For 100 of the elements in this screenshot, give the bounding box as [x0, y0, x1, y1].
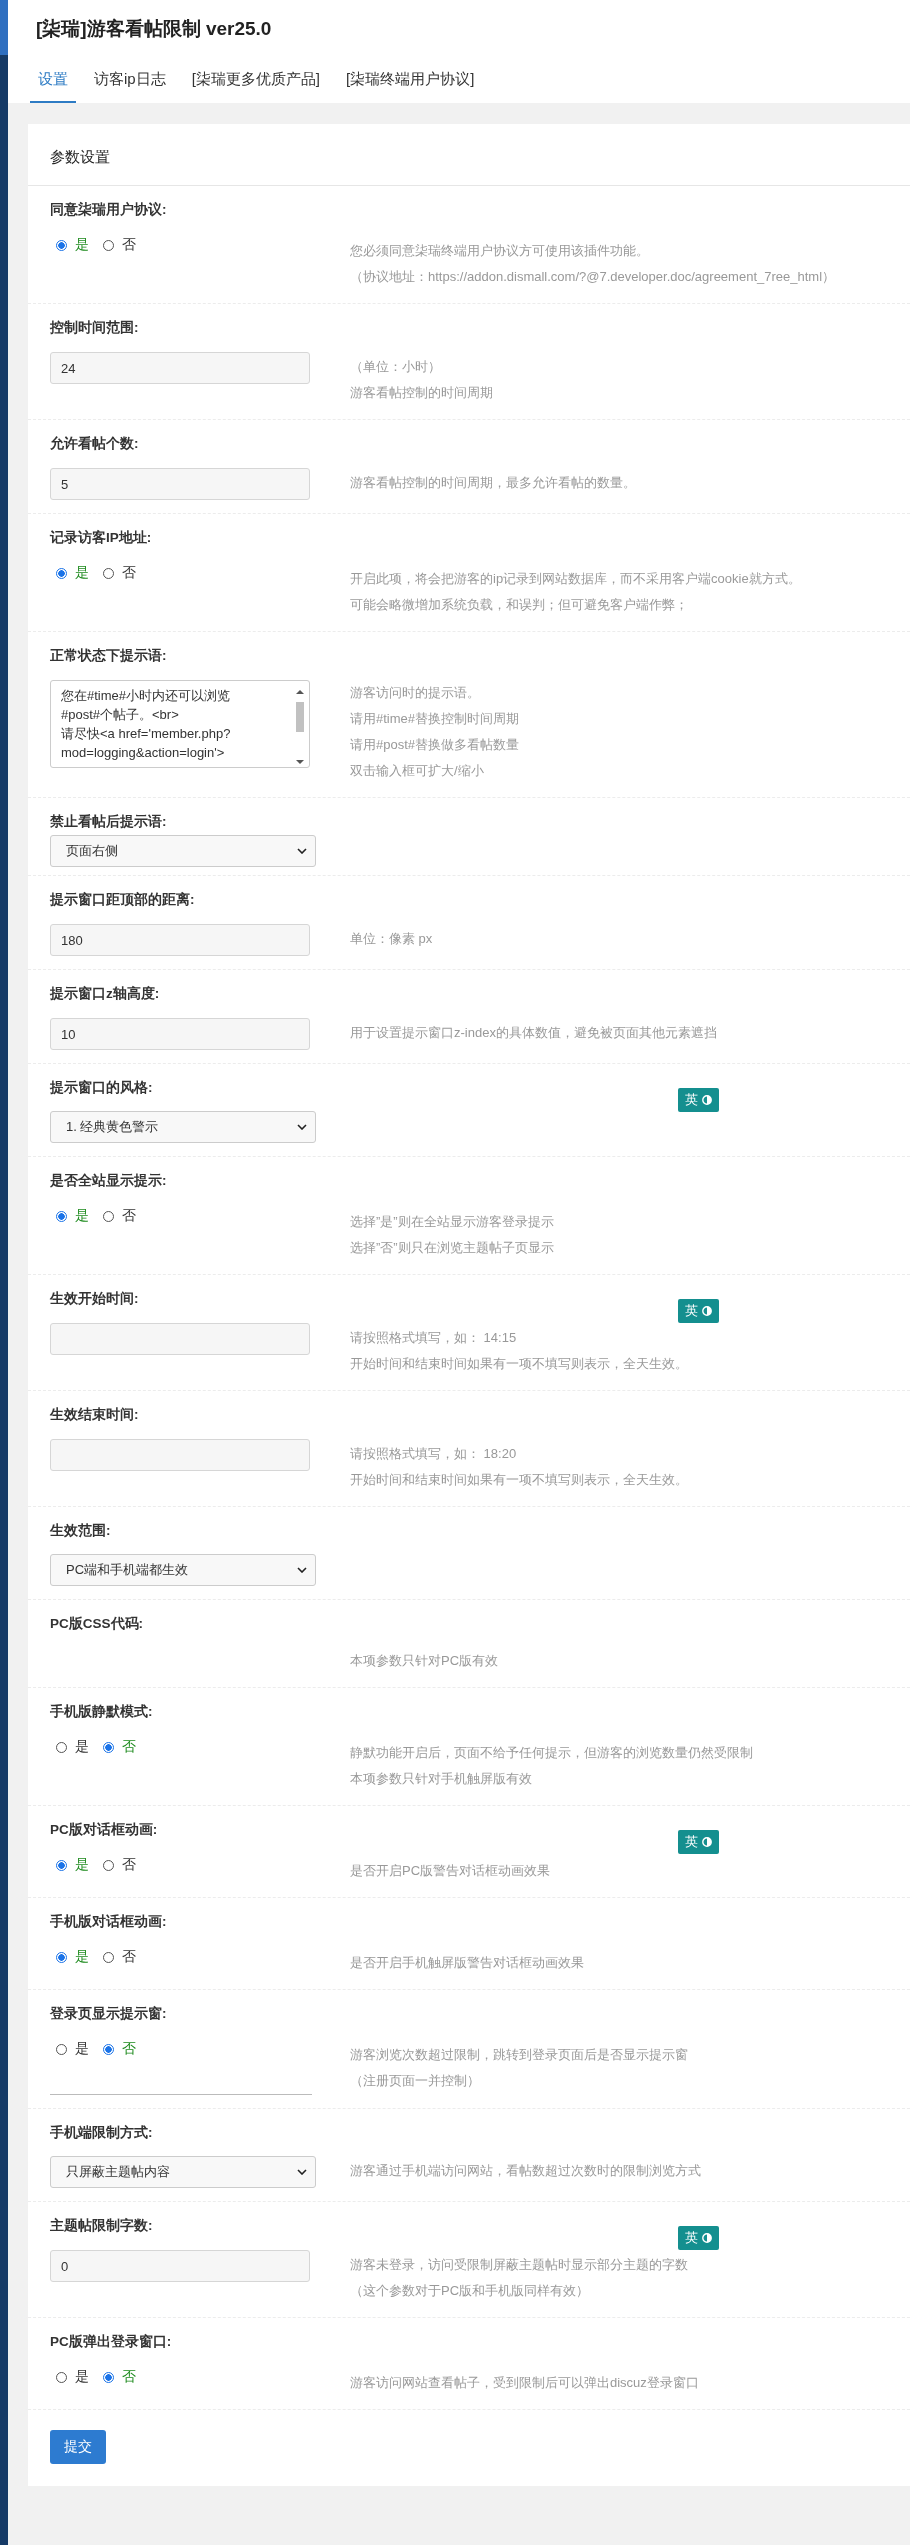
language-badge[interactable]: 英	[678, 1299, 719, 1323]
help-text: 您必须同意柒瑞终端用户协议方可使用该插件功能。	[350, 242, 650, 260]
text-field[interactable]: 5	[50, 468, 310, 500]
language-badge[interactable]: 英	[678, 2226, 719, 2250]
radio-label[interactable]: 否	[122, 1207, 136, 1225]
help-text: 游客访问时的提示语。	[350, 684, 481, 702]
field-label: PC版对话框动画:	[50, 1821, 159, 1839]
field-label: 控制时间范围:	[50, 319, 140, 337]
field-label: 提示窗口z轴高度:	[50, 985, 161, 1003]
dropdown[interactable]: 1. 经典黄色警示	[50, 1111, 316, 1143]
contrast-icon	[702, 1306, 712, 1316]
radio-label[interactable]: 是	[75, 2368, 89, 2386]
field-label: 记录访客IP地址:	[50, 529, 153, 547]
radio-label[interactable]: 否	[122, 2368, 136, 2386]
contrast-icon	[702, 2233, 712, 2243]
contrast-icon	[702, 1837, 712, 1847]
text-field[interactable]: 180	[50, 924, 310, 956]
help-text: 请用#post#替换做多看帖数量	[350, 736, 520, 754]
dropdown[interactable]: 只屏蔽主题帖内容	[50, 2156, 316, 2188]
help-text: 游客浏览次数超过限制，跳转到登录页面后是否显示提示窗	[350, 2046, 688, 2064]
radio-button[interactable]	[56, 1210, 67, 1222]
submit-button[interactable]: 提交	[50, 2430, 106, 2464]
textarea-field[interactable]: 您在#time#小时内还可以浏览 #post#个帖子。<br> 请尽快<a href='member.php? mod=logging&action=login'>	[50, 680, 310, 768]
radio-label[interactable]: 是	[75, 2040, 89, 2058]
radio-label[interactable]: 否	[122, 1948, 136, 1966]
help-text: 静默功能开启后，页面不给予任何提示，但游客的浏览数量仍然受限制	[350, 1744, 753, 1762]
language-badge[interactable]: 英	[678, 1088, 719, 1112]
field-label: 生效开始时间:	[50, 1290, 140, 1308]
help-text: 是否开启手机触屏版警告对话框动画效果	[350, 1954, 584, 1972]
text-field[interactable]: 0	[50, 2250, 310, 2282]
help-text: （协议地址：https://addon.dismall.com/?@7.developer.doc/agreement_7ree_html）	[350, 268, 836, 286]
tab[interactable]: [柒瑞更多优质产品]	[183, 70, 329, 103]
help-text: 本项参数只针对手机触屏版有效	[350, 1770, 533, 1788]
radio-button[interactable]	[56, 1951, 67, 1963]
text-field[interactable]	[50, 1323, 310, 1355]
help-text: 选择”是”则在全站显示游客登录提示	[350, 1213, 554, 1231]
field-label: 手机端限制方式:	[50, 2124, 154, 2142]
text-field[interactable]: 10	[50, 1018, 310, 1050]
radio-label[interactable]: 否	[122, 2040, 136, 2058]
radio-label[interactable]: 是	[75, 1207, 89, 1225]
page-title: [柒瑞]游客看帖限制 ver25.0	[35, 17, 273, 41]
contrast-icon	[702, 1095, 712, 1105]
radio-button[interactable]	[103, 1741, 114, 1753]
chevron-icon	[297, 1124, 307, 1130]
help-text: 请用#time#替换控制时间周期	[350, 710, 520, 728]
chevron-icon	[297, 848, 307, 854]
help-text: 本项参数只针对PC版有效	[350, 1652, 499, 1670]
field-label: 手机版静默模式:	[50, 1703, 154, 1721]
radio-button[interactable]	[56, 1859, 67, 1871]
help-text: 选择”否”则只在浏览主题帖子页显示	[350, 1239, 554, 1257]
field-label: 是否全站显示提示:	[50, 1172, 168, 1190]
field-label: PC版弹出登录窗口:	[50, 2333, 173, 2351]
radio-label[interactable]: 否	[122, 1856, 136, 1874]
radio-label[interactable]: 是	[75, 236, 89, 254]
language-badge[interactable]: 英	[678, 1830, 719, 1854]
radio-label[interactable]: 否	[122, 236, 136, 254]
radio-label[interactable]: 是	[75, 1738, 89, 1756]
radio-label[interactable]: 是	[75, 1856, 89, 1874]
help-text: 双击输入框可扩大/缩小	[350, 762, 485, 780]
radio-label[interactable]: 否	[122, 1738, 136, 1756]
help-text: 用于设置提示窗口z-index的具体数值，避免被页面其他元素遮挡	[350, 1024, 717, 1042]
field-label: 正常状态下提示语:	[50, 647, 168, 665]
radio-label[interactable]: 否	[122, 564, 136, 582]
radio-label[interactable]: 是	[75, 1948, 89, 1966]
radio-button[interactable]	[103, 2371, 114, 2383]
radio-button[interactable]	[56, 239, 67, 251]
field-label: 主题帖限制字数:	[50, 2217, 154, 2235]
help-text: 游客访问网站查看帖子，受到限制后可以弹出discuz登录窗口	[350, 2374, 699, 2392]
tab[interactable]: [柒瑞终端用户协议]	[338, 70, 483, 103]
help-text: 游客看帖控制的时间周期，最多允许看帖的数量。	[350, 474, 636, 492]
field-label: 提示窗口的风格:	[50, 1079, 154, 1097]
field-label: 允许看帖个数:	[50, 435, 140, 453]
tab[interactable]: 设置	[30, 70, 76, 103]
radio-button[interactable]	[56, 567, 67, 579]
field-label: 提示窗口距顶部的距离:	[50, 891, 196, 909]
radio-button[interactable]	[103, 2043, 114, 2055]
help-text: 可能会略微增加系统负载，和误判；但可避免客户端作弊；	[350, 596, 689, 614]
chevron-icon	[297, 1567, 307, 1573]
chevron-icon	[297, 2169, 307, 2175]
text-field[interactable]: 24	[50, 352, 310, 384]
help-text: 游客看帖控制的时间周期	[350, 384, 493, 402]
help-text: （单位：小时）	[350, 358, 442, 376]
help-text: 单位：像素 px	[350, 930, 433, 948]
field-label: 生效结束时间:	[50, 1406, 140, 1424]
radio-label[interactable]: 是	[75, 564, 89, 582]
help-text: 游客通过手机端访问网站，看帖数超过次数时的限制浏览方式	[350, 2162, 701, 2180]
text-field[interactable]	[50, 1439, 310, 1471]
dropdown[interactable]: 页面右侧	[50, 835, 316, 867]
help-text: 请按照格式填写，如： 18:20	[350, 1445, 518, 1463]
tab[interactable]: 访客ip日志	[86, 70, 174, 103]
field-label: PC版CSS代码:	[50, 1615, 144, 1633]
help-text: 游客未登录，访问受限制屏蔽主题帖时显示部分主题的字数	[350, 2256, 688, 2274]
help-text: （这个参数对于PC版和手机版同样有效）	[350, 2282, 591, 2300]
field-label: 手机版对话框动画:	[50, 1913, 168, 1931]
help-text: 开启此项，将会把游客的ip记录到网站数据库，而不采用客户端cookie就方式。	[350, 570, 801, 588]
help-text: 请按照格式填写，如： 14:15	[350, 1329, 518, 1347]
field-label: 生效范围:	[50, 1522, 112, 1540]
field-label: 同意柒瑞用户协议:	[50, 201, 168, 219]
dropdown[interactable]: PC端和手机端都生效	[50, 1554, 316, 1586]
help-text: 是否开启PC版警告对话框动画效果	[350, 1862, 551, 1880]
